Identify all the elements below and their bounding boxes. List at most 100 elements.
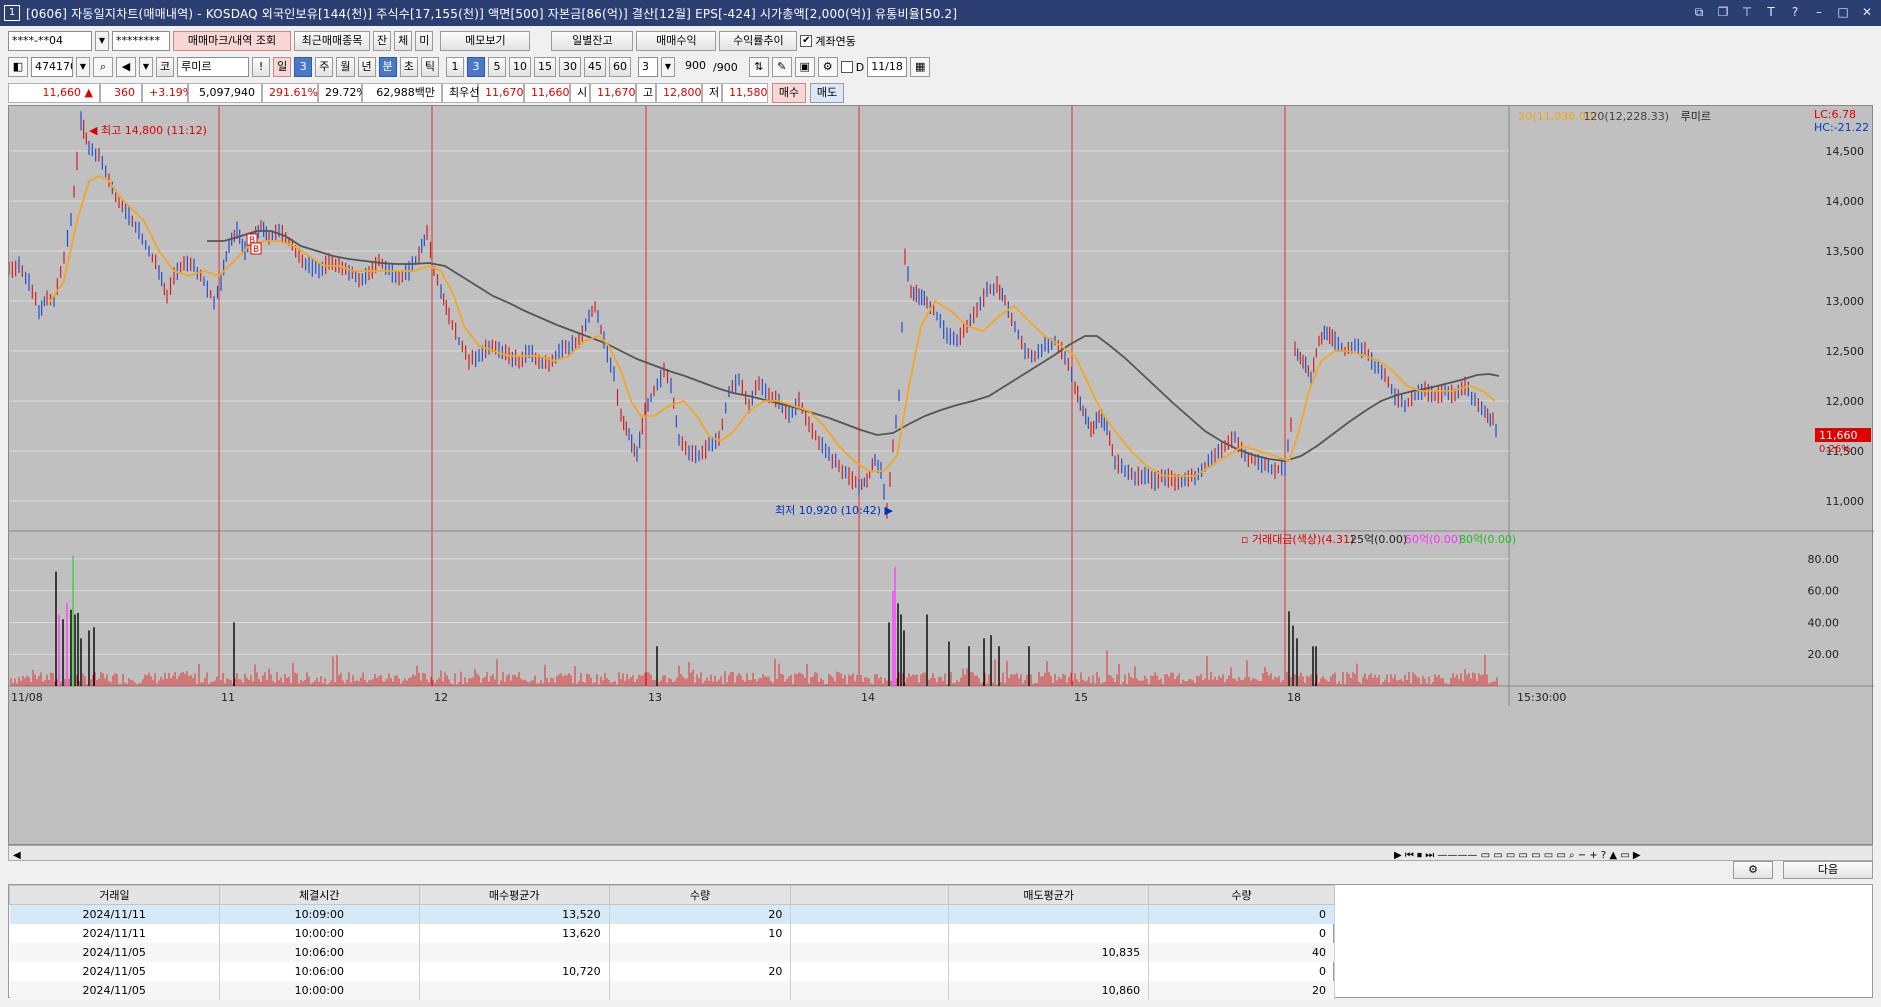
price-chart[interactable]: 14,50014,00013,50013,00012,50012,00011,5…: [8, 106, 1874, 846]
link-icon[interactable]: ⧉: [1691, 4, 1707, 20]
table-row[interactable]: 2024/11/05 10:00:00 10,860 20: [9, 980, 1335, 1000]
return-trend-button[interactable]: 수익률추이: [719, 31, 798, 51]
table-cell: 20: [609, 904, 792, 924]
memo-button[interactable]: 메모보기: [440, 31, 531, 51]
table-row[interactable]: 2024/11/05 10:06:00 10,835 40: [9, 942, 1335, 962]
x-tick-label: 18: [1287, 691, 1301, 704]
app-icon: 1: [4, 5, 20, 21]
draw-icon[interactable]: ✎: [771, 57, 792, 77]
search-icon[interactable]: ⌕: [93, 57, 113, 77]
code-field[interactable]: 474170: [31, 57, 73, 77]
compare-icon[interactable]: ⇅: [748, 57, 769, 77]
interval-15[interactable]: 15: [534, 57, 556, 77]
minimize-icon[interactable]: –: [1811, 4, 1827, 20]
sell-button[interactable]: 매도: [810, 83, 844, 103]
col-exec-time[interactable]: 체결시간: [218, 885, 420, 905]
copy-icon[interactable]: ❐: [1715, 4, 1731, 20]
link-account-checkbox[interactable]: ✔: [800, 35, 813, 47]
code-dropdown[interactable]: ▼: [76, 57, 90, 77]
tab-unfilled[interactable]: 미: [415, 31, 434, 51]
table-row[interactable]: 2024/11/11 10:09:00 13,520 20 0: [9, 904, 1335, 924]
table-cell: 10:00:00: [219, 923, 420, 943]
table-cell: 10:06:00: [219, 961, 420, 981]
period-week[interactable]: 주: [315, 57, 334, 77]
interval-10[interactable]: 10: [509, 57, 531, 77]
col-buy-avg[interactable]: 매수평균가: [418, 885, 610, 905]
interval-5[interactable]: 5: [488, 57, 506, 77]
table-cell: 10,720: [419, 961, 610, 981]
trade-history-table: 거래일 체결시간 매수평균가 수량 매도평균가 수량 2024/11/11 10:…: [8, 884, 1335, 1000]
count-select[interactable]: 3: [638, 57, 658, 77]
stock-name-field[interactable]: 루미르: [177, 57, 250, 77]
calendar-icon[interactable]: ▦: [910, 57, 931, 77]
table-cell: 10,860: [948, 980, 1150, 1000]
chart-panel[interactable]: 14,500 14,000 13,500 13,000 12,500 12,000 11,5…: [8, 105, 1874, 846]
account-field[interactable]: ****-**04: [8, 31, 92, 51]
day-count[interactable]: 3: [294, 57, 313, 77]
trade-mark-button[interactable]: 매매마크/내역 조회: [173, 31, 291, 51]
table-cell: [790, 942, 950, 962]
up-arrow-icon: ▲: [84, 86, 93, 99]
settings-gear-icon[interactable]: ⚙: [817, 57, 838, 77]
col-sell-qty[interactable]: 수량: [1148, 885, 1335, 905]
col-sell-avg[interactable]: 매도평균가: [948, 885, 1150, 905]
save-icon[interactable]: ▣: [794, 57, 815, 77]
table-row[interactable]: 2024/11/05 10:06:00 10,720 20 0: [9, 961, 1335, 981]
series-name-legend: 루미르: [1681, 110, 1711, 123]
market-prefix: 코: [156, 57, 175, 77]
daily-balance-button[interactable]: 일별잔고: [551, 31, 634, 51]
table-row[interactable]: 2024/11/11 10:00:00 13,620 10 0: [9, 923, 1335, 943]
alert-button[interactable]: !: [252, 57, 271, 77]
ask-price: 11,670: [478, 83, 524, 103]
volume: 5,097,940: [188, 83, 262, 103]
period-minute[interactable]: 분: [378, 57, 397, 77]
period-year[interactable]: 년: [357, 57, 376, 77]
period-day[interactable]: 일: [273, 57, 292, 77]
bid-price: 11,660: [524, 83, 570, 103]
col-buy-qty[interactable]: 수량: [608, 885, 792, 905]
scroll-left-icon[interactable]: ◀: [13, 850, 21, 861]
speaker-dropdown[interactable]: ▼: [139, 57, 153, 77]
speaker-icon[interactable]: ◀: [116, 57, 136, 77]
date-field[interactable]: 11/18: [867, 57, 908, 77]
interval-3[interactable]: 3: [467, 57, 485, 77]
font-icon[interactable]: T: [1763, 4, 1779, 20]
period-month[interactable]: 월: [336, 57, 355, 77]
grid-settings-gear-icon[interactable]: ⚙: [1733, 861, 1773, 879]
interval-30[interactable]: 30: [559, 57, 581, 77]
layout-icon[interactable]: ◧: [8, 57, 28, 77]
x-tick-label: 15: [1074, 691, 1088, 704]
tab-executed[interactable]: 체: [394, 31, 413, 51]
tab-balance[interactable]: 잔: [373, 31, 392, 51]
close-icon[interactable]: ✕: [1859, 4, 1875, 20]
count-field[interactable]: 900: [682, 57, 710, 77]
table-cell: [419, 942, 610, 962]
buy-marker-label: B: [253, 245, 259, 255]
x-tick-label: 12: [434, 691, 448, 704]
recent-stocks-button[interactable]: 최근매매종목: [294, 31, 370, 51]
x-tick-label: 13: [648, 691, 662, 704]
current-price-tag-text: 11,660: [1819, 429, 1858, 442]
interval-1[interactable]: 1: [446, 57, 464, 77]
table-cell: [790, 961, 950, 981]
period-tick[interactable]: 틱: [420, 57, 439, 77]
interval-60[interactable]: 60: [609, 57, 631, 77]
next-button[interactable]: 다음: [1783, 861, 1873, 879]
help-icon[interactable]: ?: [1787, 4, 1803, 20]
volume-y-tick-label: 60.00: [1808, 585, 1840, 598]
pin-icon[interactable]: ⊤: [1739, 4, 1755, 20]
buy-button[interactable]: 매수: [772, 83, 806, 103]
chart-nav-controls[interactable]: ▶ ⏮ ⏹ ⏭ ———— ▭ ▭ ▭ ▭ ▭ ▭ ▭ ⌕ − + ? ▲ ▭ ▶: [1394, 850, 1641, 861]
table-cell: 2024/11/05: [9, 942, 220, 962]
trade-profit-button[interactable]: 매매수익: [636, 31, 717, 51]
password-field[interactable]: ********: [112, 31, 170, 51]
col-trade-date[interactable]: 거래일: [9, 885, 220, 905]
chevron-down-icon[interactable]: ▼: [95, 31, 109, 51]
date-checkbox[interactable]: [840, 61, 853, 73]
interval-45[interactable]: 45: [584, 57, 606, 77]
chart-scrollbar[interactable]: ◀ ▶ ⏮ ⏹ ⏭ ———— ▭ ▭ ▭ ▭ ▭ ▭ ▭ ⌕ − + ? ▲ ▭…: [8, 845, 1873, 861]
count-dropdown[interactable]: ▼: [661, 57, 675, 77]
table-cell: 10: [609, 923, 792, 943]
maximize-icon[interactable]: □: [1835, 4, 1851, 20]
period-second[interactable]: 초: [399, 57, 418, 77]
